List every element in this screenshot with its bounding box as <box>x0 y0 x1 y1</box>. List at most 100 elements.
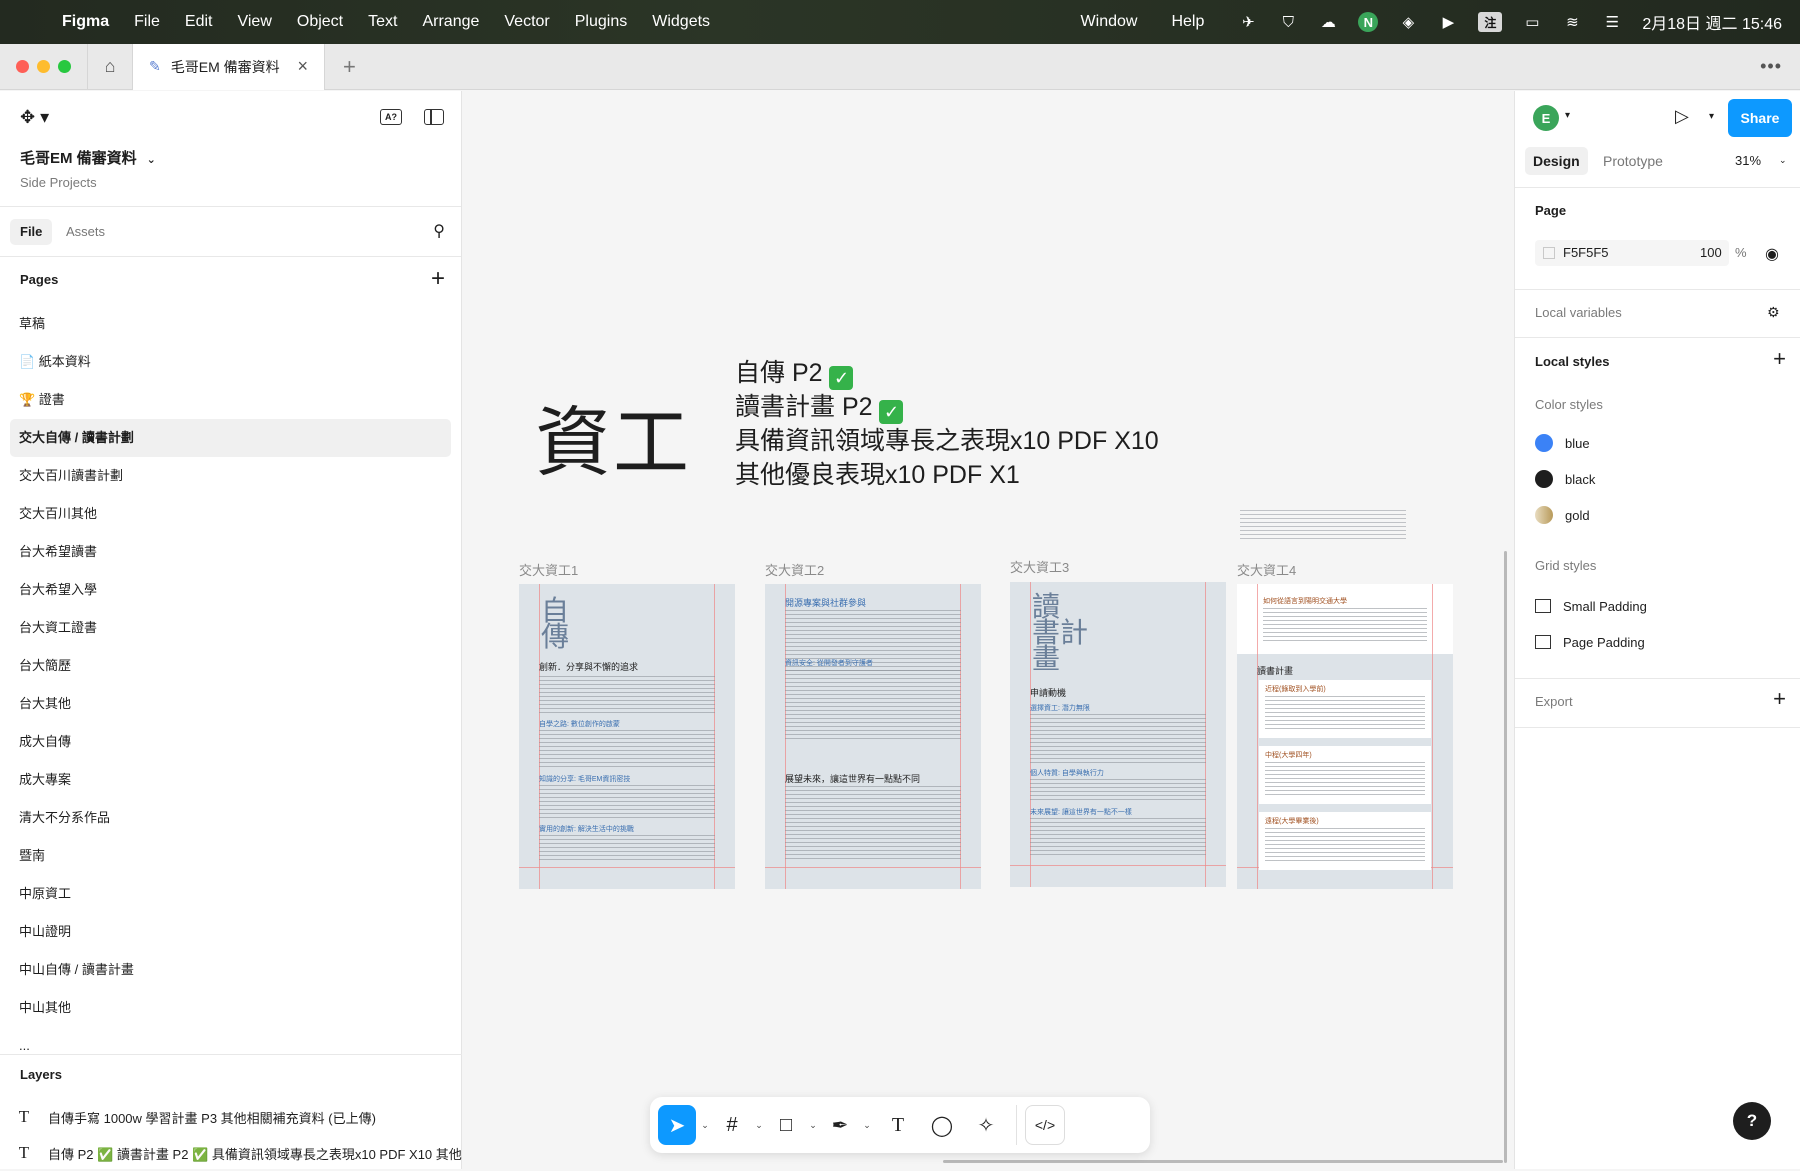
layers-icon[interactable]: ◈ <box>1398 12 1418 32</box>
zoom-window-button[interactable] <box>58 60 71 73</box>
chevron-down-icon[interactable]: ▾ <box>1565 110 1570 121</box>
close-tab-icon[interactable]: × <box>297 56 308 77</box>
zoom-level[interactable]: 31% <box>1735 153 1761 168</box>
present-play-icon[interactable]: ▷ <box>1675 106 1689 127</box>
layer-item[interactable]: T 自傳 P2 ✅ 讀書計畫 P2 ✅ 具備資訊領域專長之表現x10 PDF X… <box>0 1135 462 1171</box>
page-item[interactable]: 台大希望入學 <box>10 571 451 609</box>
page-item[interactable]: 交大自傳 / 讀書計劃 <box>10 419 451 457</box>
menu-help[interactable]: Help <box>1171 13 1204 31</box>
variables-settings-icon[interactable]: ⚙ <box>1767 304 1780 321</box>
frame-label[interactable]: 交大資工3 <box>1010 557 1069 576</box>
floating-text-block[interactable] <box>1240 510 1406 542</box>
color-style-gold[interactable]: gold <box>1535 503 1590 527</box>
frame-label[interactable]: 交大資工1 <box>519 560 578 579</box>
menu-arrange[interactable]: Arrange <box>422 13 479 31</box>
menu-text[interactable]: Text <box>368 13 397 31</box>
page-item[interactable]: 清大不分系作品 <box>10 799 451 837</box>
export-label[interactable]: Export <box>1535 694 1573 709</box>
vertical-scrollbar[interactable] <box>1504 551 1507 1163</box>
page-item[interactable]: 中山證明 <box>10 913 451 951</box>
share-button[interactable]: Share <box>1728 99 1792 137</box>
clock[interactable]: 2月18日 週二 15:46 <box>1642 10 1782 34</box>
add-export-icon[interactable]: + <box>1773 686 1786 712</box>
rectangle-tool-icon[interactable]: □ <box>768 1105 804 1145</box>
tab-file[interactable]: File <box>10 219 53 245</box>
help-button[interactable]: ? <box>1733 1102 1771 1140</box>
menu-plugins[interactable]: Plugins <box>575 13 627 31</box>
chevron-down-icon[interactable]: ⌄ <box>858 1120 876 1131</box>
page-item[interactable]: 🏆 證書 <box>10 381 451 419</box>
grid-style-small-padding[interactable]: Small Padding <box>1535 594 1647 618</box>
menu-edit[interactable]: Edit <box>185 13 213 31</box>
tab-design[interactable]: Design <box>1525 147 1588 175</box>
battery-icon[interactable]: ▭ <box>1522 12 1542 32</box>
menu-app-figma[interactable]: Figma <box>62 13 109 31</box>
text-tool-icon[interactable]: T <box>876 1105 920 1145</box>
page-fill-hex[interactable]: F5F5F5 <box>1563 245 1609 260</box>
pen-tool-icon[interactable]: ✒ <box>822 1105 858 1145</box>
frame-label[interactable]: 交大資工4 <box>1237 560 1296 579</box>
home-tab[interactable]: ⌂ <box>87 43 133 90</box>
page-fill-field[interactable]: F5F5F5 100 % <box>1535 240 1747 266</box>
ai-text-icon[interactable]: A? <box>380 109 402 125</box>
frame-jiaoda-1[interactable]: 自 傳 創新．分享與不懈的追求 自學之路: 數位創作的啟蒙 知識的分享: 毛哥E… <box>519 584 735 889</box>
grid-style-page-padding[interactable]: Page Padding <box>1535 630 1645 654</box>
input-method-icon[interactable]: 注 <box>1478 12 1503 32</box>
menu-file[interactable]: File <box>134 13 160 31</box>
frame-tool-icon[interactable]: # <box>714 1105 750 1145</box>
page-item[interactable]: 交大百川讀書計劃 <box>10 457 451 495</box>
file-tab[interactable]: ✎ 毛哥EM 備審資料 × <box>133 43 325 90</box>
page-item[interactable]: 中山其他 <box>10 989 451 1027</box>
tab-prototype[interactable]: Prototype <box>1595 147 1671 175</box>
status-text[interactable]: 自傳 P2 ✓ 讀書計畫 P2 ✓ 具備資訊領域專長之表現x10 PDF X10… <box>735 356 1159 492</box>
local-variables-label[interactable]: Local variables <box>1535 305 1622 320</box>
wifi-icon[interactable]: ≋ <box>1562 12 1582 32</box>
page-item[interactable]: 成大專案 <box>10 761 451 799</box>
drone-icon[interactable]: ✈ <box>1238 12 1258 32</box>
play-circle-icon[interactable]: ▶ <box>1438 12 1458 32</box>
page-item[interactable]: 草稿 <box>10 305 451 343</box>
chevron-down-icon[interactable]: ⌄ <box>804 1120 822 1131</box>
figma-menu-icon[interactable]: ✥ ▾ <box>20 107 49 128</box>
canvas[interactable]: 資工 自傳 P2 ✓ 讀書計畫 P2 ✓ 具備資訊領域專長之表現x10 PDF … <box>463 91 1513 1169</box>
page-item[interactable]: 暨南 <box>10 837 451 875</box>
page-item[interactable]: 📄 紙本資料 <box>10 343 451 381</box>
project-name[interactable]: Side Projects <box>20 175 97 190</box>
add-page-icon[interactable]: + <box>431 265 445 293</box>
more-icon[interactable]: ••• <box>1760 56 1782 77</box>
chevron-down-icon[interactable]: ▾ <box>1709 111 1714 122</box>
frame-jiaoda-3[interactable]: 讀 書計 畫 申請動機 選擇資工: 潛力無限 個人特質: 自學與執行力 未來展望… <box>1010 582 1226 887</box>
page-item[interactable]: 台大資工證書 <box>10 609 451 647</box>
color-style-blue[interactable]: blue <box>1535 431 1590 455</box>
color-swatch[interactable] <box>1543 247 1555 259</box>
dev-mode-toggle[interactable]: </> <box>1025 1105 1065 1145</box>
menu-vector[interactable]: Vector <box>504 13 549 31</box>
tab-assets[interactable]: Assets <box>56 219 115 245</box>
menu-object[interactable]: Object <box>297 13 343 31</box>
move-tool-icon[interactable]: ➤ <box>658 1105 696 1145</box>
search-icon[interactable]: ⚲ <box>433 221 445 241</box>
menu-widgets[interactable]: Widgets <box>652 13 710 31</box>
notion-icon[interactable]: N <box>1358 12 1379 32</box>
menu-view[interactable]: View <box>237 13 271 31</box>
page-item[interactable]: 成大自傳 <box>10 723 451 761</box>
comment-tool-icon[interactable]: ◯ <box>920 1105 964 1145</box>
page-item[interactable]: 台大希望讀書 <box>10 533 451 571</box>
actions-ai-icon[interactable]: ✧ <box>964 1105 1008 1145</box>
avatar[interactable]: E <box>1533 105 1559 131</box>
canvas-big-title[interactable]: 資工 <box>535 381 691 491</box>
chevron-down-icon[interactable]: ⌄ <box>1779 155 1787 166</box>
page-item[interactable]: 中原資工 <box>10 875 451 913</box>
close-window-button[interactable] <box>16 60 29 73</box>
control-center-icon[interactable]: ☰ <box>1602 12 1622 32</box>
layer-item[interactable]: T 自傳手寫 1000w 學習計畫 P3 其他相關補充資料 (已上傳) <box>0 1099 462 1135</box>
add-style-icon[interactable]: + <box>1773 346 1786 372</box>
frame-jiaoda-2[interactable]: 開源專案與社群參與 資訊安全: 從開發者到守護者 展望未來，讓這世界有一點點不同 <box>765 584 981 889</box>
page-item[interactable]: 台大簡歷 <box>10 647 451 685</box>
horizontal-scrollbar[interactable] <box>943 1160 1503 1163</box>
new-tab-button[interactable]: + <box>343 54 356 80</box>
cloud-icon[interactable]: ☁ <box>1318 12 1338 32</box>
sidebar-toggle-icon[interactable] <box>424 109 444 125</box>
page-item[interactable]: 交大百川其他 <box>10 495 451 533</box>
frame-jiaoda-4[interactable]: 如何從語言到陽明交通大學 讀書計畫 近程(錄取到入學前) 中程(大學四年) 遠程… <box>1237 584 1453 889</box>
